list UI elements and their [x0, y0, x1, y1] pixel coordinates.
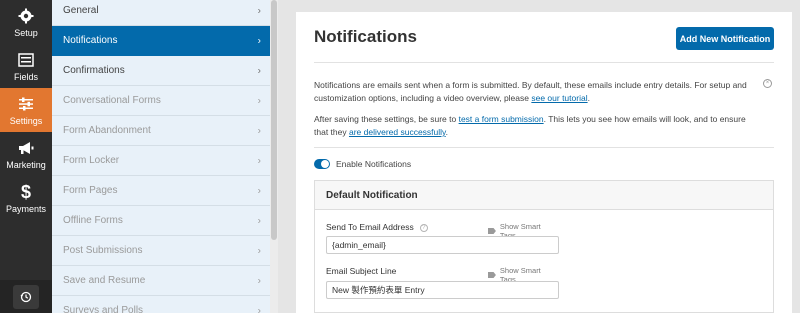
- tag-icon: [488, 228, 496, 234]
- fields-icon: [18, 50, 34, 70]
- email-subject-label: Email Subject Line: [326, 266, 397, 276]
- icon-rail: Setup Fields Settings Marketing $ Paymen…: [0, 0, 52, 313]
- submenu-label: Form Abandonment: [63, 125, 151, 136]
- chevron-right-icon: ›: [257, 5, 261, 16]
- submenu-label: Conversational Forms: [63, 95, 161, 106]
- dismiss-icon[interactable]: ×: [763, 79, 772, 88]
- send-to-email-label: Send To Email Address?: [326, 222, 428, 232]
- help-icon[interactable]: ?: [419, 223, 428, 232]
- chevron-right-icon: ›: [257, 65, 261, 76]
- rail-footer: [0, 280, 52, 313]
- gear-icon: [18, 6, 34, 26]
- chevron-right-icon: ›: [257, 125, 261, 136]
- submenu-item-form-abandonment[interactable]: Form Abandonment ›: [52, 116, 270, 146]
- header-divider: [314, 62, 774, 63]
- submenu-item-save-and-resume[interactable]: Save and Resume ›: [52, 266, 270, 296]
- scrollbar-thumb[interactable]: [271, 0, 277, 240]
- test-submission-link[interactable]: test a form submission: [459, 114, 544, 124]
- history-icon[interactable]: [13, 284, 39, 309]
- email-subject-input[interactable]: New 製作預約表單 Entry: [326, 281, 559, 299]
- dollar-icon: $: [20, 181, 31, 202]
- chevron-right-icon: ›: [257, 35, 261, 46]
- rail-item-marketing[interactable]: Marketing: [0, 132, 52, 176]
- sliders-icon: [18, 94, 34, 114]
- notifications-panel: Notifications Add New Notification Notif…: [296, 12, 792, 313]
- submenu-item-general[interactable]: General ›: [52, 0, 270, 26]
- intro-text: Notifications are emails sent when a for…: [314, 80, 747, 103]
- tutorial-link[interactable]: see our tutorial: [531, 93, 587, 103]
- settings-submenu: General › Notifications › Confirmations …: [52, 0, 270, 313]
- submenu-label: Post Submissions: [63, 245, 143, 256]
- rail-item-settings[interactable]: Settings: [0, 88, 52, 132]
- chevron-right-icon: ›: [257, 215, 261, 226]
- submenu-label: Notifications: [63, 35, 118, 46]
- send-to-email-input[interactable]: {admin_email}: [326, 236, 559, 254]
- rail-label: Fields: [13, 72, 38, 82]
- delivered-successfully-link[interactable]: are delivered successfully: [349, 127, 446, 137]
- chevron-right-icon: ›: [257, 155, 261, 166]
- default-notification-title[interactable]: Default Notification: [315, 181, 773, 210]
- submenu-item-form-pages[interactable]: Form Pages ›: [52, 176, 270, 206]
- enable-notifications-toggle[interactable]: [314, 159, 330, 169]
- testing-text: After saving these settings, be sure to …: [314, 114, 746, 137]
- default-notification-box: Default Notification Send To Email Addre…: [314, 180, 774, 313]
- submenu-item-confirmations[interactable]: Confirmations ›: [52, 56, 270, 86]
- submenu-item-conversational-forms[interactable]: Conversational Forms ›: [52, 86, 270, 116]
- submenu-label: Offline Forms: [63, 215, 123, 226]
- submenu-scrollbar[interactable]: [270, 0, 278, 313]
- rail-item-payments[interactable]: $ Payments: [0, 176, 52, 220]
- tag-icon: [488, 272, 496, 278]
- submenu-item-surveys-and-polls[interactable]: Surveys and Polls ›: [52, 296, 270, 313]
- chevron-right-icon: ›: [257, 95, 261, 106]
- submenu-item-post-submissions[interactable]: Post Submissions ›: [52, 236, 270, 266]
- submenu-label: Save and Resume: [63, 275, 146, 286]
- submenu-label: Form Locker: [63, 155, 120, 166]
- rail-label: Settings: [9, 116, 43, 126]
- submenu-item-form-locker[interactable]: Form Locker ›: [52, 146, 270, 176]
- chevron-right-icon: ›: [257, 275, 261, 286]
- rail-label: Setup: [14, 28, 38, 38]
- submenu-label: Form Pages: [63, 185, 118, 196]
- page-title: Notifications: [314, 27, 417, 46]
- rail-label: Payments: [5, 204, 47, 214]
- add-new-notification-button[interactable]: Add New Notification: [676, 27, 774, 50]
- rail-item-fields[interactable]: Fields: [0, 44, 52, 88]
- megaphone-icon: [17, 138, 35, 158]
- enable-notifications-label: Enable Notifications: [336, 159, 412, 169]
- submenu-label: General: [63, 5, 99, 16]
- chevron-right-icon: ›: [257, 185, 261, 196]
- submenu-label: Surveys and Polls: [63, 305, 144, 313]
- submenu-label: Confirmations: [63, 65, 125, 76]
- rail-item-setup[interactable]: Setup: [0, 0, 52, 44]
- submenu-item-offline-forms[interactable]: Offline Forms ›: [52, 206, 270, 236]
- submenu-item-notifications[interactable]: Notifications ›: [52, 26, 270, 56]
- intro-divider: [314, 147, 774, 148]
- chevron-right-icon: ›: [257, 245, 261, 256]
- chevron-right-icon: ›: [257, 305, 261, 313]
- toggle-knob: [321, 160, 329, 168]
- rail-label: Marketing: [6, 160, 46, 170]
